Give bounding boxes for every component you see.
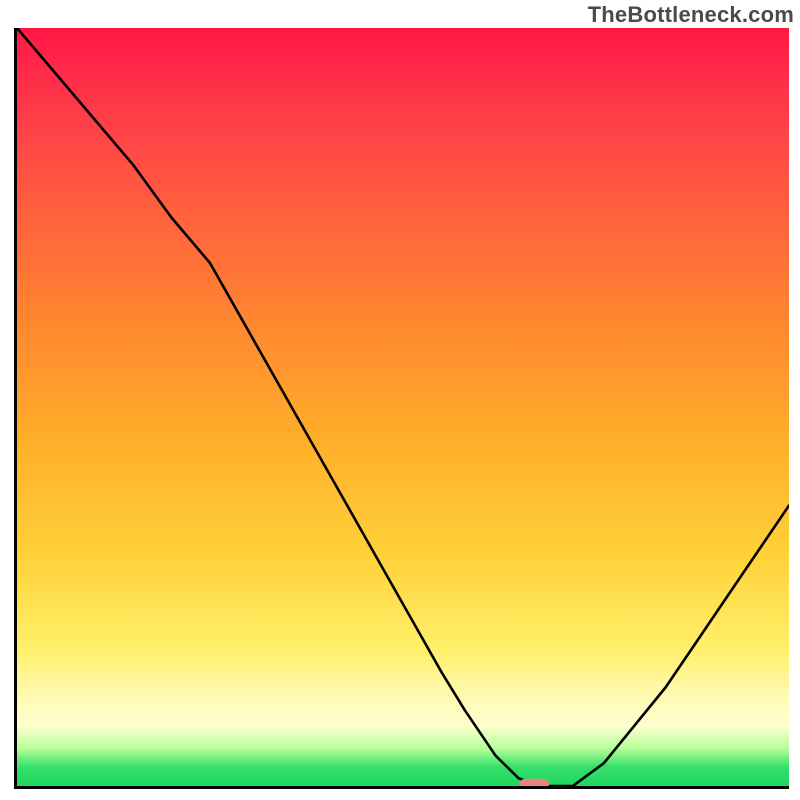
chart-container: TheBottleneck.com (0, 0, 800, 800)
plot-area (14, 28, 789, 789)
optimum-marker (519, 779, 549, 789)
watermark-text: TheBottleneck.com (588, 2, 794, 28)
bottleneck-curve (17, 28, 789, 786)
